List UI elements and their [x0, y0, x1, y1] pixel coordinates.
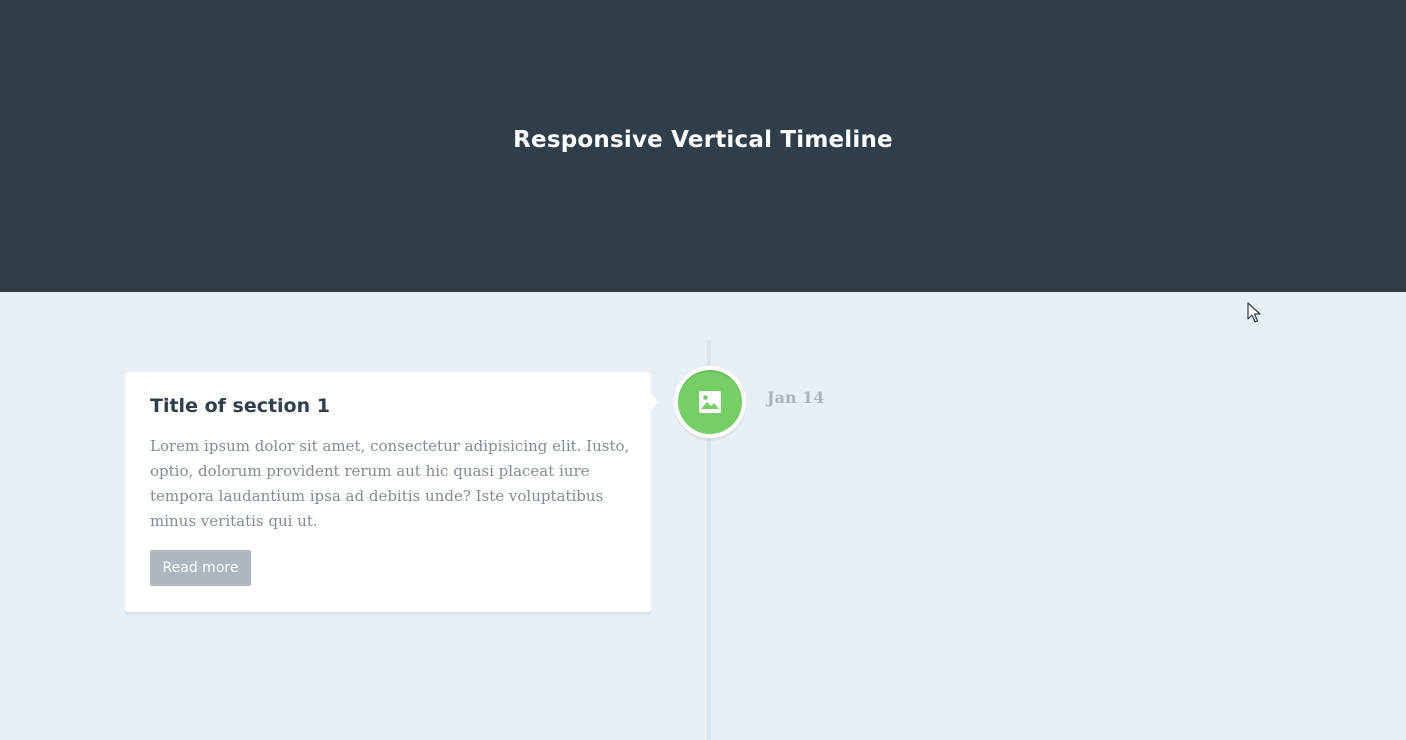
timeline-section: Title of section 1 Lorem ipsum dolor sit…: [0, 292, 1406, 740]
timeline-card: Title of section 1 Lorem ipsum dolor sit…: [125, 372, 659, 612]
page-header: Responsive Vertical Timeline: [0, 0, 1406, 292]
card-title: Title of section 1: [150, 395, 330, 417]
picture-icon: [699, 391, 721, 413]
card-arrow: [651, 394, 659, 410]
mouse-cursor-icon: [1247, 302, 1261, 323]
card-text: Lorem ipsum dolor sit amet, consectetur …: [150, 437, 630, 530]
page-title: Responsive Vertical Timeline: [513, 127, 893, 153]
timeline-icon: [678, 370, 742, 434]
timeline-date: Jan 14: [767, 388, 825, 407]
read-more-button[interactable]: Read more: [150, 550, 251, 586]
